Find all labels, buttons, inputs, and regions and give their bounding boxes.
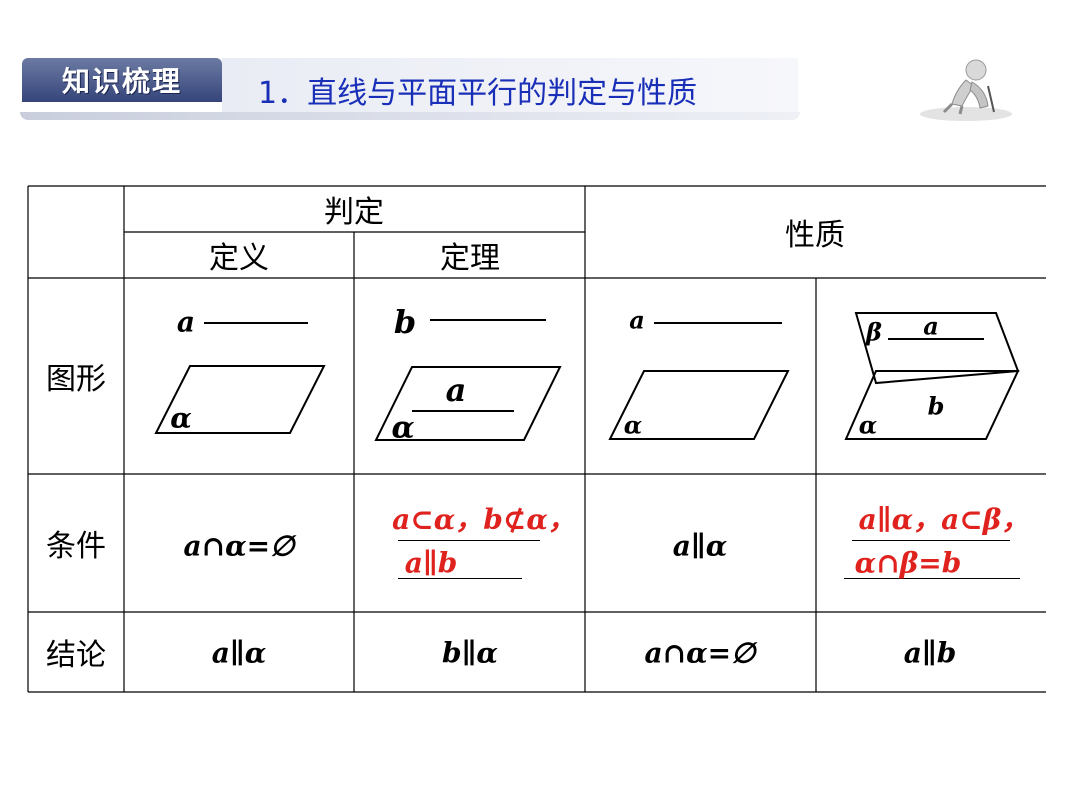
header-property: 性质 [785, 218, 845, 253]
prop2-label-alpha: α [858, 410, 878, 440]
conclusion-property1: a∩α=∅ [644, 636, 756, 670]
condition-definition: a∩α=∅ [183, 529, 295, 563]
header-theorem: 定理 [440, 241, 500, 276]
thm-label-b: b [393, 303, 417, 341]
condition-theorem-line1: a⊂α，b⊄α， [392, 503, 576, 536]
header-judgment: 判定 [324, 195, 384, 230]
condition-property2-line1: a∥α，a⊂β， [858, 503, 1030, 536]
prop2-label-beta: β [866, 317, 882, 347]
conclusion-theorem: b∥α [442, 636, 498, 670]
conclusion-property2: a∥b [903, 636, 957, 670]
row-header-conclusion: 结论 [46, 638, 106, 673]
conclusion-definition: a∥α [211, 636, 267, 670]
parallel-table-grid [27, 185, 1046, 693]
blank-line-thm-1 [398, 540, 540, 541]
thm-label-a: a [445, 371, 467, 409]
header-definition: 定义 [209, 241, 269, 276]
condition-theorem-line2: a∥b [404, 546, 458, 580]
blank-line-prop-1 [852, 540, 1010, 541]
def-label-a: a [176, 305, 196, 339]
def-label-alpha: α [170, 401, 192, 435]
prop1-label-a: a [629, 305, 645, 335]
prop2-label-b: b [927, 391, 945, 421]
condition-property2-line2: α∩β=b [854, 546, 962, 580]
row-header-figure: 图形 [46, 362, 106, 397]
row-header-condition: 条件 [46, 529, 106, 564]
prop1-label-alpha: α [623, 410, 643, 440]
thm-label-alpha: α [391, 410, 415, 446]
condition-property1: a∥α [672, 529, 728, 563]
prop2-label-a: a [923, 311, 939, 341]
